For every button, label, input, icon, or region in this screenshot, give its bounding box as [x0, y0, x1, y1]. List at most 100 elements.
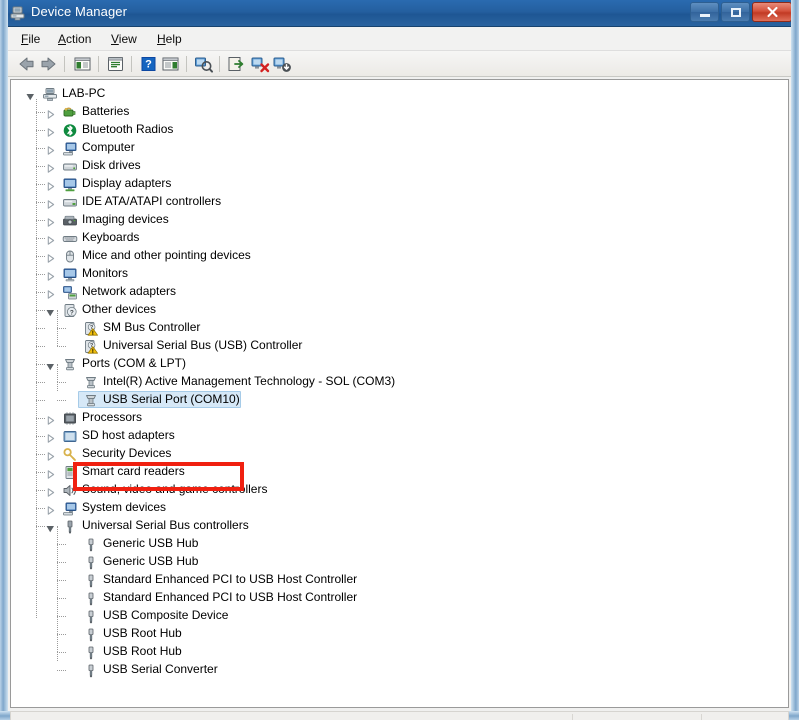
tree-item-generic-usb-hub-2[interactable]: Generic USB Hub: [11, 544, 788, 571]
properties-icon[interactable]: [105, 54, 126, 74]
maximize-button[interactable]: [721, 2, 750, 22]
uninstall-device-icon[interactable]: [271, 54, 292, 74]
usb-device-icon: [83, 591, 99, 606]
tree-guide: [36, 274, 45, 275]
scan-for-hardware-changes-icon[interactable]: [193, 54, 214, 74]
tree-item-ide-controllers[interactable]: IDE ATA/ATAPI controllers: [11, 193, 788, 211]
menu-action[interactable]: Action: [53, 31, 96, 47]
expander-collapsed-icon[interactable]: [45, 179, 56, 191]
tree-item-monitors[interactable]: Monitors: [11, 265, 788, 283]
tree-item-usb-serial-port-com10[interactable]: USB Serial Port (COM10): [11, 382, 788, 409]
tree-item-security-devices[interactable]: Security Devices: [11, 445, 788, 463]
tree-item-std-enhanced-pci-usb-2[interactable]: Standard Enhanced PCI to USB Host Contro…: [11, 580, 788, 607]
tree-item-usb-serial-converter[interactable]: USB Serial Converter: [11, 652, 788, 679]
expander-collapsed-icon[interactable]: [45, 503, 56, 515]
tree-item-bluetooth-radios[interactable]: Bluetooth Radios: [11, 121, 788, 139]
tree-item-keyboards[interactable]: Keyboards: [11, 229, 788, 247]
tree-item-batteries[interactable]: Batteries: [11, 103, 788, 121]
show-hide-console-tree-icon[interactable]: [72, 54, 93, 74]
tree-item-label: System devices: [82, 500, 167, 514]
tree-item-sound-controllers[interactable]: Sound, video and game controllers: [11, 481, 788, 499]
tree-item-computer[interactable]: Computer: [11, 139, 788, 157]
menu-help[interactable]: Help: [152, 31, 187, 47]
title-bar[interactable]: Device Manager: [0, 0, 799, 27]
close-button[interactable]: [752, 2, 792, 22]
tree-item-std-enhanced-pci-usb-1[interactable]: Standard Enhanced PCI to USB Host Contro…: [11, 562, 788, 589]
expander-collapsed-icon[interactable]: [45, 143, 56, 155]
usb-device-icon: [83, 573, 99, 588]
show-hide-action-pane-icon[interactable]: [160, 54, 181, 74]
tree-item-label: Security Devices: [82, 446, 172, 460]
tree-guide: [36, 472, 45, 473]
expander-expanded-icon[interactable]: [45, 521, 56, 533]
tree-item-intel-amt-sol-com3[interactable]: Intel(R) Active Management Technology - …: [11, 364, 788, 391]
tree-item-usb-controllers[interactable]: Universal Serial Bus controllers: [11, 517, 788, 535]
tree-item-sm-bus-controller[interactable]: ? SM Bus Controller: [11, 310, 788, 337]
help-icon[interactable]: ?: [138, 54, 159, 74]
tree-item-display-adapters[interactable]: Display adapters: [11, 175, 788, 193]
expander-collapsed-icon[interactable]: [45, 197, 56, 209]
tree-guide: [57, 382, 58, 391]
minimize-button[interactable]: [690, 2, 719, 22]
system-device-icon: [62, 501, 78, 516]
tree-item-lab-pc[interactable]: LAB-PC: [11, 85, 788, 103]
port-icon: [83, 393, 99, 408]
tree-item-disk-drives[interactable]: Disk drives: [11, 157, 788, 175]
tree-item-usb-composite-device[interactable]: USB Composite Device: [11, 598, 788, 625]
tree-item-label: Intel(R) Active Management Technology - …: [103, 374, 396, 388]
tree-item-sd-host-adapters[interactable]: SD host adapters: [11, 427, 788, 445]
expander-collapsed-icon[interactable]: [45, 269, 56, 281]
unknown-device-warning-icon: ?: [83, 321, 99, 336]
expander-collapsed-icon[interactable]: [45, 449, 56, 461]
tree-guide: [57, 634, 66, 635]
minimize-icon: [691, 3, 718, 21]
window-frame-left: [0, 0, 8, 720]
update-driver-icon[interactable]: [226, 54, 247, 74]
expander-collapsed-icon[interactable]: [45, 413, 56, 425]
tree-item-imaging-devices[interactable]: Imaging devices: [11, 211, 788, 229]
tree-item-ports[interactable]: Ports (COM & LPT): [11, 355, 788, 373]
back-icon[interactable]: [16, 54, 37, 74]
menu-file[interactable]: File: [16, 31, 45, 47]
disable-device-icon[interactable]: [249, 54, 270, 74]
expander-collapsed-icon[interactable]: [45, 467, 56, 479]
port-icon: [62, 357, 78, 372]
tree-item-other-devices[interactable]: ? Other devices: [11, 301, 788, 319]
expander-expanded-icon[interactable]: [45, 359, 56, 371]
tree-item-generic-usb-hub-1[interactable]: Generic USB Hub: [11, 526, 788, 553]
tree-item-label: Smart card readers: [82, 464, 185, 478]
expander-collapsed-icon[interactable]: [45, 233, 56, 245]
tree-guide: [36, 130, 45, 131]
expander-collapsed-icon[interactable]: [45, 287, 56, 299]
tree-item-label: Standard Enhanced PCI to USB Host Contro…: [103, 572, 358, 586]
forward-icon[interactable]: [38, 54, 59, 74]
menu-view[interactable]: View: [106, 31, 142, 47]
tree-item-smart-card-readers[interactable]: Smart card readers: [11, 463, 788, 481]
unknown-device-warning-icon: ?: [83, 339, 99, 354]
expander-collapsed-icon[interactable]: [45, 251, 56, 263]
expander-collapsed-icon[interactable]: [45, 161, 56, 173]
expander-collapsed-icon[interactable]: [45, 485, 56, 497]
tree-guide: [36, 400, 45, 401]
status-divider: [701, 714, 702, 720]
expander-collapsed-icon[interactable]: [45, 125, 56, 137]
tree-item-processors[interactable]: Processors: [11, 409, 788, 427]
expander-expanded-icon[interactable]: [25, 89, 36, 101]
tree-item-mice[interactable]: Mice and other pointing devices: [11, 247, 788, 265]
expander-collapsed-icon[interactable]: [45, 431, 56, 443]
bluetooth-icon: [62, 123, 78, 138]
device-tree-panel[interactable]: LAB-PC Batteries Bluetooth Radios Comput…: [10, 79, 789, 708]
tree-guide: [36, 328, 45, 329]
tree-item-usb-controller-unknown[interactable]: ? Universal Serial Bus (USB) Controller: [11, 328, 788, 355]
expander-collapsed-icon[interactable]: [45, 215, 56, 227]
window-title: Device Manager: [31, 4, 128, 19]
expander-collapsed-icon[interactable]: [45, 107, 56, 119]
tree-item-system-devices[interactable]: System devices: [11, 499, 788, 517]
tree-item-label: Imaging devices: [82, 212, 169, 226]
tree-item-usb-root-hub-2[interactable]: USB Root Hub: [11, 634, 788, 661]
tree-item-network-adapters[interactable]: Network adapters: [11, 283, 788, 301]
tree-item-usb-root-hub-1[interactable]: USB Root Hub: [11, 616, 788, 643]
tree-guide: [57, 400, 66, 401]
expander-expanded-icon[interactable]: [45, 305, 56, 317]
keyboard-icon: [62, 231, 78, 246]
